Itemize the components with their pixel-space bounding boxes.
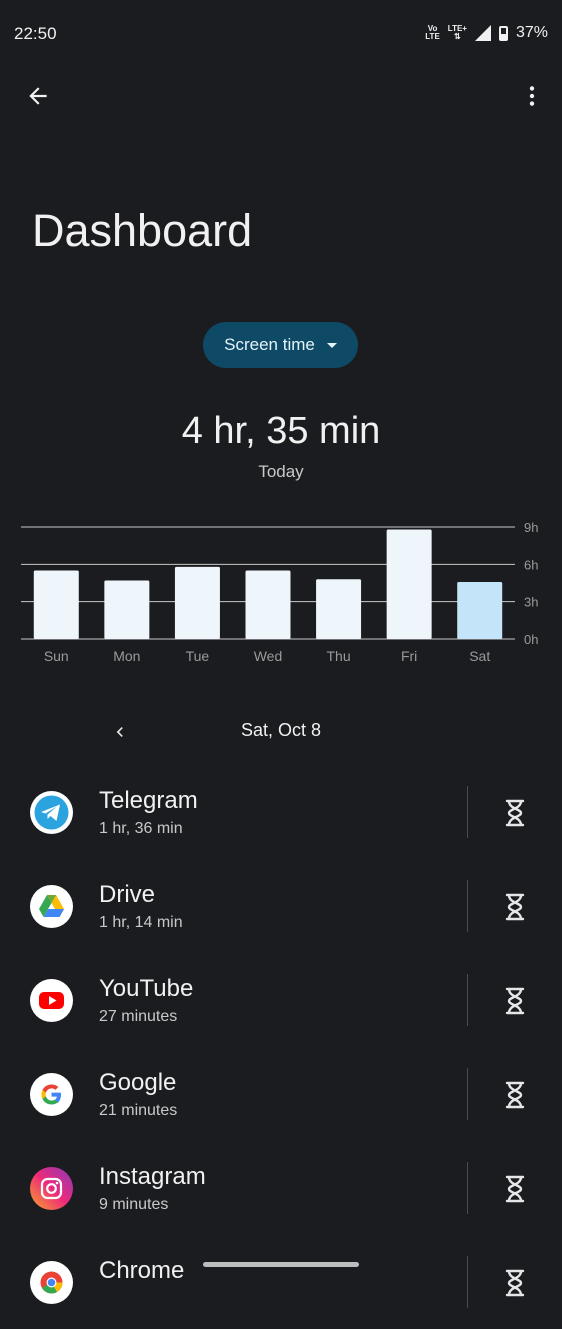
battery-icon (498, 25, 508, 41)
app-timer-button[interactable] (494, 1168, 536, 1210)
chart-bar-fri[interactable] (386, 529, 432, 639)
google-icon (30, 1073, 73, 1116)
volte-icon: Vo LTE (425, 24, 440, 41)
divider (467, 974, 468, 1026)
chart-bar-thu[interactable] (316, 579, 362, 639)
drive-icon (30, 885, 73, 928)
more-options-button[interactable] (512, 76, 552, 116)
app-usage-time: 9 minutes (99, 1196, 169, 1213)
chart-x-tick-label: Tue (186, 648, 210, 664)
chart-x-tick-label: Thu (327, 648, 351, 664)
usage-bar-chart: 0h 3h 6h 9h Sun Mon Tue Wed Thu Fri Sat (21, 520, 538, 664)
youtube-icon (30, 979, 73, 1022)
chart-bar-mon[interactable] (104, 580, 150, 639)
app-row-chrome[interactable]: Chrome (0, 1235, 562, 1329)
app-row-telegram[interactable]: Telegram 1 hr, 36 min (0, 765, 562, 859)
chart-y-tick-label: 6h (524, 557, 538, 572)
chart-x-tick-label: Sat (469, 648, 490, 664)
date-label: Sat, Oct 8 (240, 720, 322, 740)
arrow-back-icon (29, 87, 47, 105)
app-timer-button[interactable] (494, 886, 536, 928)
app-name: Telegram (99, 787, 198, 814)
top-app-bar (0, 70, 562, 122)
hourglass-icon (505, 1175, 525, 1203)
divider (467, 786, 468, 838)
divider (467, 1068, 468, 1120)
more-vert-icon (529, 86, 535, 106)
app-timer-button[interactable] (494, 980, 536, 1022)
dropdown-label: Screen time (224, 335, 315, 354)
app-usage-time: 21 minutes (99, 1102, 178, 1119)
instagram-icon (30, 1167, 73, 1210)
chart-y-tick-label: 3h (524, 595, 538, 610)
chart-bar-wed[interactable] (245, 570, 291, 639)
hourglass-icon (505, 799, 525, 827)
app-name: Drive (99, 881, 156, 908)
app-name: Google (99, 1069, 177, 1096)
status-bar: 22:50 Vo LTE LTE+ ⇅ 37% (0, 0, 562, 70)
chart-bar-sat[interactable] (457, 582, 503, 639)
app-row-drive[interactable]: Drive 1 hr, 14 min (0, 859, 562, 953)
app-name: YouTube (99, 975, 194, 1002)
app-name: Instagram (99, 1163, 206, 1190)
hourglass-icon (505, 987, 525, 1015)
chart-x-tick-label: Sun (44, 648, 69, 664)
hourglass-icon (505, 1081, 525, 1109)
app-usage-time: 1 hr, 36 min (99, 820, 183, 837)
screen-time-dropdown[interactable]: Screen time (203, 322, 358, 368)
app-timer-button[interactable] (494, 792, 536, 834)
divider (467, 880, 468, 932)
app-timer-button[interactable] (494, 1074, 536, 1116)
telegram-icon (30, 791, 73, 834)
chart-y-tick-label: 0h (524, 632, 538, 647)
chart-y-tick-label: 9h (524, 520, 538, 535)
status-icons: Vo LTE LTE+ ⇅ 37% (425, 24, 548, 42)
hourglass-icon (505, 1269, 525, 1297)
chart-bar-sun[interactable] (33, 570, 79, 639)
chart-bar-tue[interactable] (174, 566, 220, 639)
total-period-label: Today (258, 462, 304, 481)
app-row-instagram[interactable]: Instagram 9 minutes (0, 1141, 562, 1235)
lte-icon: LTE+ ⇅ (447, 24, 467, 41)
divider (467, 1256, 468, 1308)
app-row-youtube[interactable]: YouTube 27 minutes (0, 953, 562, 1047)
app-name: Chrome (99, 1257, 185, 1284)
date-navigator: Sat, Oct 8 (0, 712, 562, 752)
app-usage-time: 27 minutes (99, 1008, 178, 1025)
app-usage-list: Telegram 1 hr, 36 min Drive 1 hr, 14 min (0, 765, 562, 1329)
total-screen-time: 4 hr, 35 min (181, 410, 381, 452)
caret-down-icon (326, 342, 337, 348)
status-time: 22:50 (14, 24, 57, 43)
battery-percent: 37% (515, 24, 548, 41)
app-row-google[interactable]: Google 21 minutes (0, 1047, 562, 1141)
hourglass-icon (505, 893, 525, 921)
divider (467, 1162, 468, 1214)
back-button[interactable] (18, 76, 58, 116)
chrome-icon (30, 1261, 73, 1304)
chart-x-tick-label: Wed (254, 648, 283, 664)
app-timer-button[interactable] (494, 1262, 536, 1304)
chart-x-tick-label: Fri (401, 648, 417, 664)
chart-x-tick-label: Mon (113, 648, 140, 664)
gesture-navigation-bar[interactable] (203, 1262, 359, 1267)
page-title: Dashboard (32, 205, 253, 256)
app-usage-time: 1 hr, 14 min (99, 914, 183, 931)
signal-icon (474, 25, 491, 41)
